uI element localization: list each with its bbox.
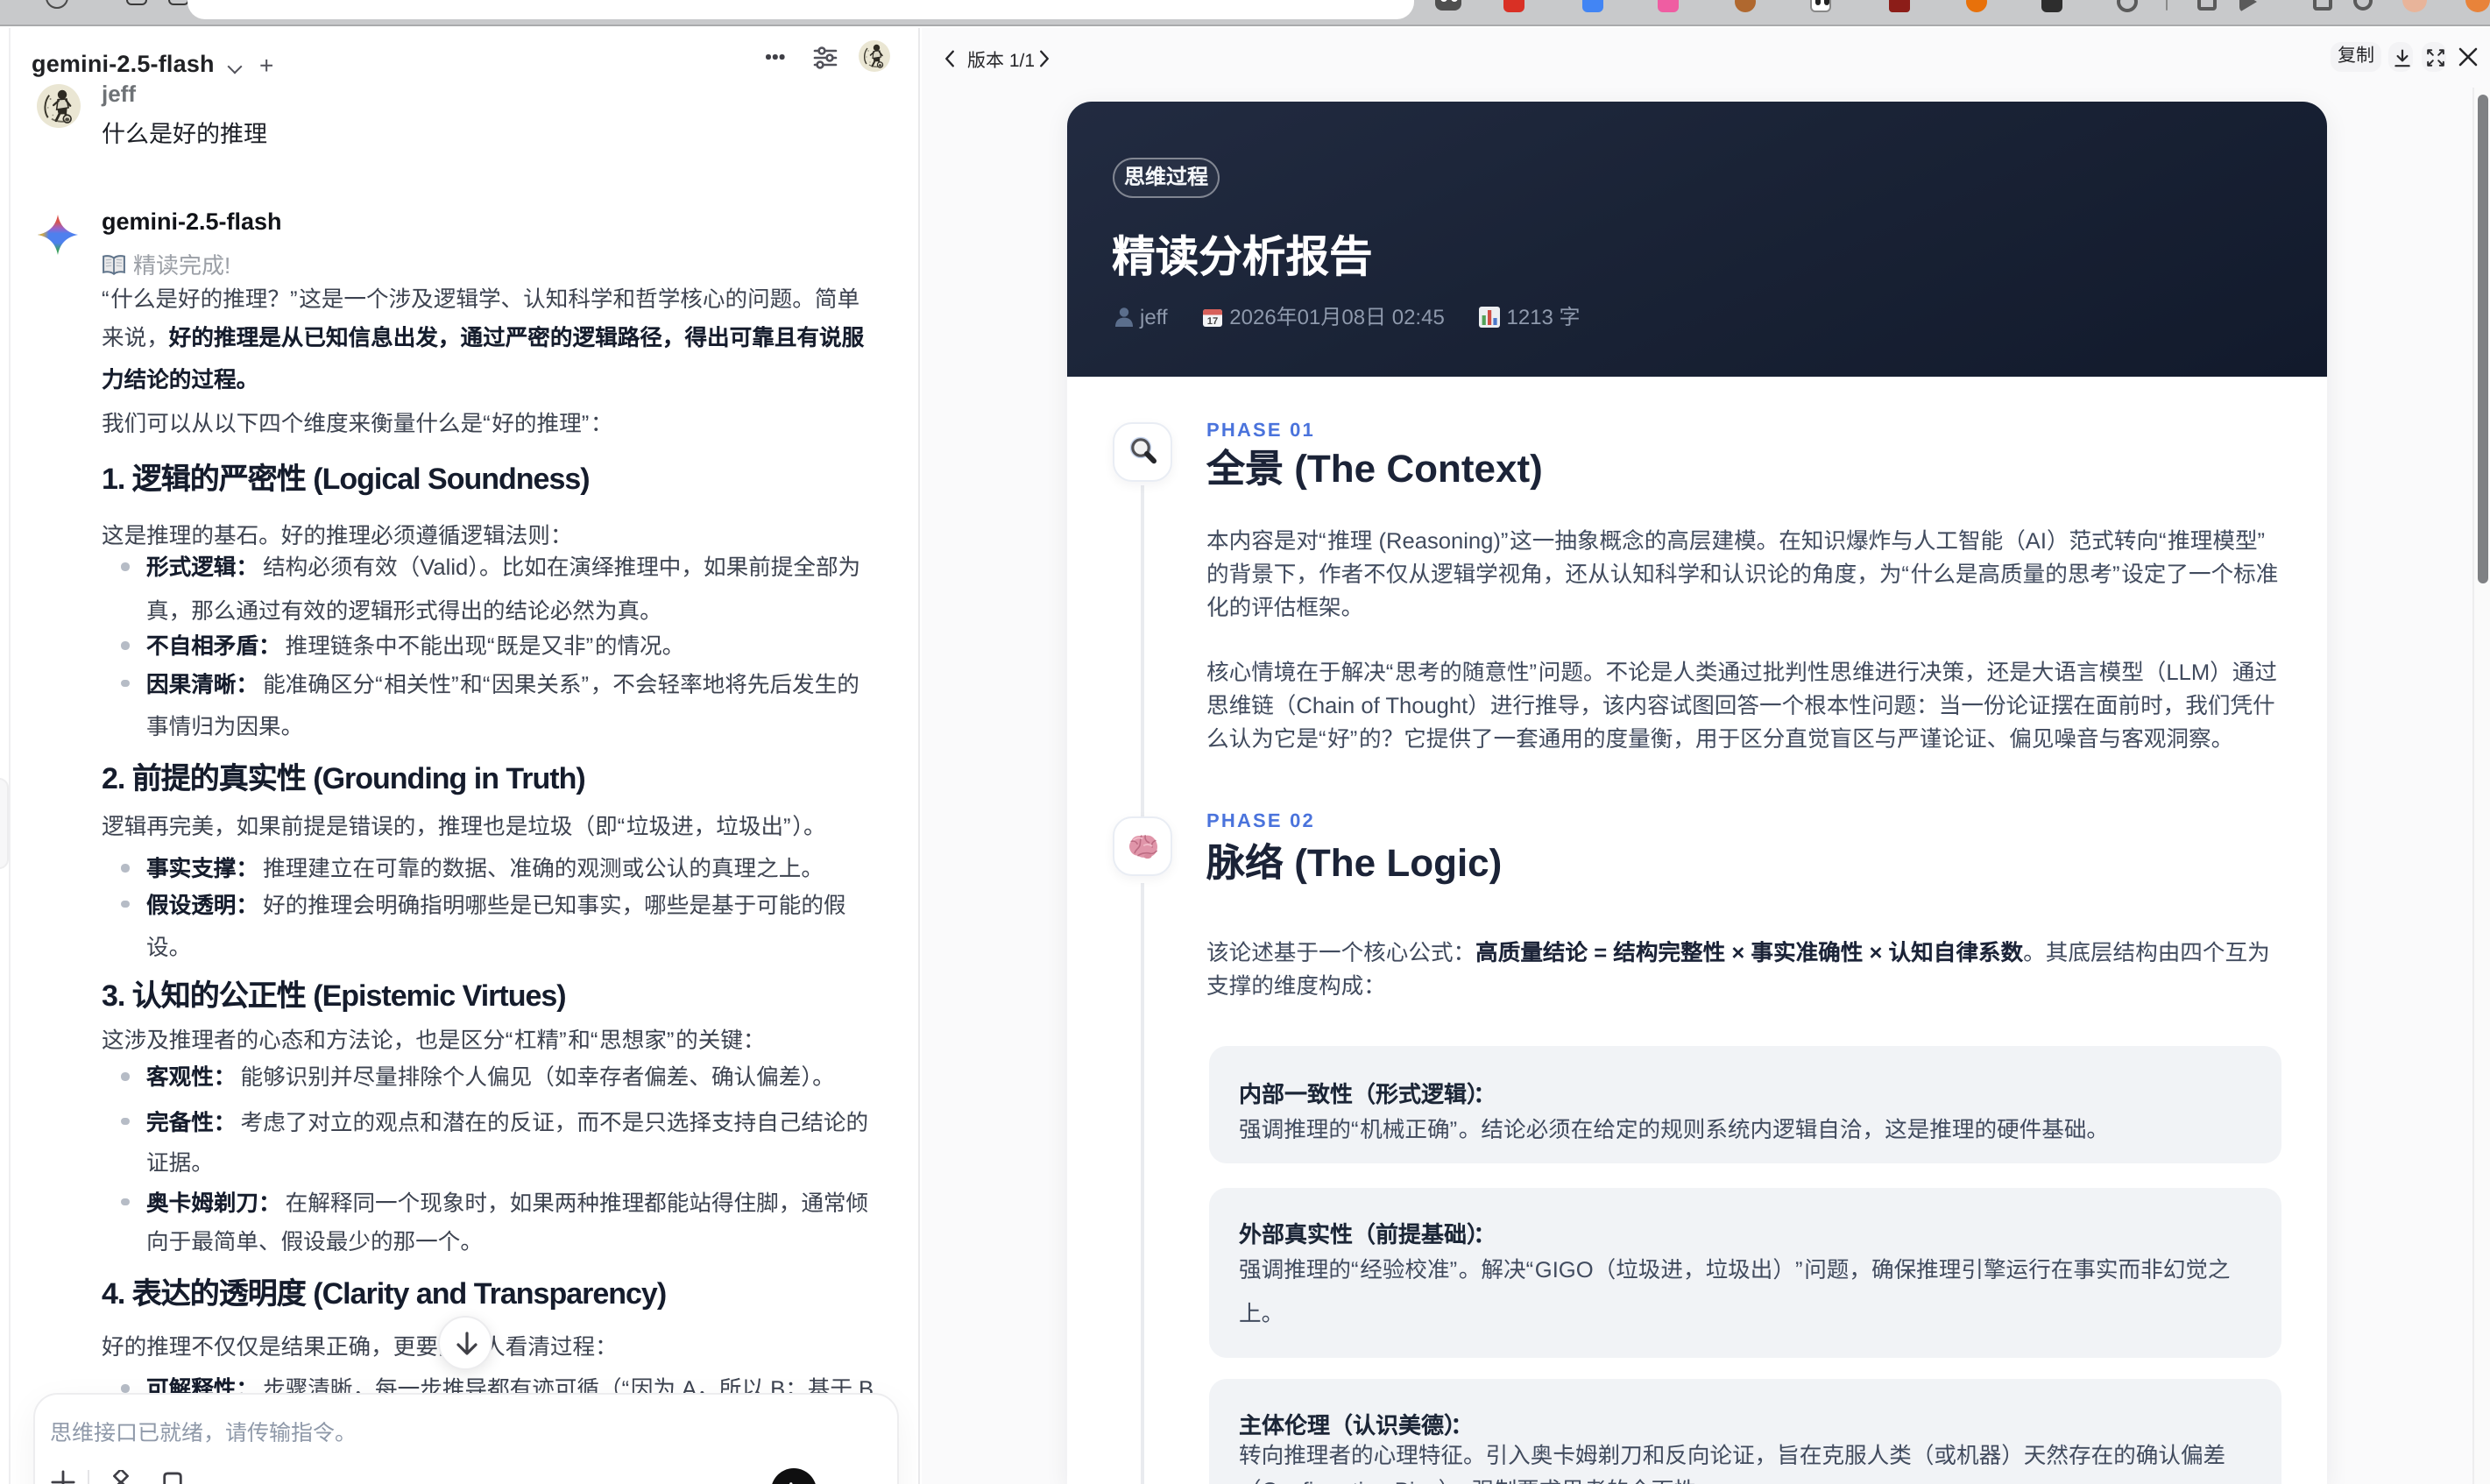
svg-text:17: 17 bbox=[1206, 317, 1217, 328]
